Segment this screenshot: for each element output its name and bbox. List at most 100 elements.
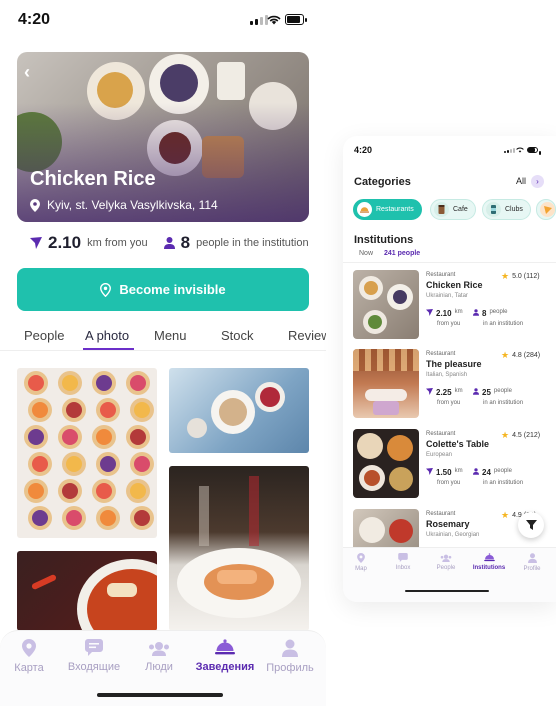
tab-review[interactable]: Review: [288, 328, 326, 343]
status-time: 4:20: [354, 145, 373, 155]
hero-image: ‹ Chicken Rice Kyiv, st. Velyka Vasylkiv…: [17, 52, 309, 222]
become-invisible-button[interactable]: Become invisible: [17, 268, 309, 311]
tab-menu[interactable]: Menu: [154, 328, 187, 343]
tab-institutions-label: Institutions: [472, 565, 506, 571]
coffee-icon: [434, 202, 449, 217]
tab-people[interactable]: People: [24, 328, 64, 343]
tab-people-label: Люди: [145, 661, 173, 673]
tab-inbox-label: Входящие: [67, 661, 121, 673]
people: 8 people: [473, 309, 507, 318]
institution-name: Colette's Table: [426, 439, 489, 449]
distance-label: km from you: [87, 237, 148, 249]
gallery-photo[interactable]: [17, 368, 157, 538]
tab-stock[interactable]: Stock: [221, 328, 254, 343]
tab-map-label: Карта: [14, 662, 44, 674]
person-icon: [473, 309, 479, 316]
tab-institutions[interactable]: Заведения: [193, 639, 257, 673]
all-link[interactable]: All: [516, 176, 526, 186]
people-icon: [440, 554, 452, 562]
distance-unit: km: [454, 388, 463, 394]
signal-icon: [250, 15, 268, 25]
tab-people-nav[interactable]: People: [426, 553, 466, 571]
navigation-arrow-icon: [426, 468, 433, 475]
chat-icon: [398, 553, 408, 562]
institutions-list-screen: 4:20 Categories All › Restaurants Cafe C…: [343, 136, 556, 602]
tab-profile[interactable]: Профиль: [258, 639, 322, 674]
rating: ★ 4.5 (212): [501, 430, 540, 441]
location-pin-icon: [30, 198, 40, 212]
institution-name: The pleasure: [426, 359, 482, 369]
person-icon: [473, 388, 479, 395]
institution-card[interactable]: Restaurant Colette's Table European ★ 4.5…: [353, 429, 556, 501]
filter-icon: [525, 520, 537, 530]
tab-profile[interactable]: Profile: [512, 553, 552, 572]
distance: 2.25 km: [426, 388, 463, 397]
people-count: 241 people: [384, 250, 421, 257]
chip-cafe[interactable]: Cafe: [430, 199, 476, 220]
institution-card[interactable]: Restaurant The pleasure Italian, Spanish…: [353, 349, 556, 421]
location-pin-icon: [100, 282, 112, 297]
chip-clubs[interactable]: Clubs: [482, 199, 531, 220]
tab-institutions-label: Заведения: [195, 661, 255, 673]
rating-value: 5.0 (112): [512, 273, 540, 280]
rating-value: 4.8 (284): [512, 352, 541, 359]
from-you-label: from you: [437, 400, 461, 406]
distance: 2.10 km: [426, 309, 463, 318]
in-institution-label: in an institution: [483, 480, 524, 486]
institution-photo: [353, 349, 419, 418]
map-pin-icon: [22, 639, 36, 657]
battery-icon: [285, 14, 307, 25]
filter-button[interactable]: [518, 512, 544, 538]
from-you-label: from you: [437, 321, 461, 327]
institution-card[interactable]: Restaurant Chicken Rice Ukrainian, Tatar…: [353, 270, 556, 342]
gallery-photo[interactable]: [17, 551, 157, 631]
in-institution-label: in an institution: [483, 400, 524, 406]
navigation-arrow-icon: [426, 388, 433, 395]
screen: 4:20 ‹ Chicken Rice Kyiv, st. Velyka Vas…: [0, 0, 556, 706]
people: 25 people: [473, 388, 512, 397]
chip-more[interactable]: [536, 199, 556, 220]
tab-map[interactable]: Карта: [0, 639, 61, 674]
gallery-photo[interactable]: [169, 368, 309, 453]
institution-photo: [353, 270, 419, 339]
home-indicator: [97, 693, 223, 697]
chip-restaurants-label: Restaurants: [376, 206, 414, 213]
tab-profile-label: Profile: [523, 566, 541, 572]
tab-institutions[interactable]: Institutions: [469, 553, 509, 571]
hero-title: Chicken Rice: [30, 168, 156, 190]
status-time: 4:20: [18, 11, 51, 28]
chip-clubs-label: Clubs: [505, 206, 523, 213]
hero-address: Kyiv, st. Velyka Vasylkivska, 114: [30, 198, 218, 212]
cloche-icon: [215, 639, 235, 655]
drink-icon: [486, 202, 501, 217]
star-icon: ★: [501, 271, 510, 281]
rating-value: 4.5 (212): [512, 432, 541, 439]
chip-restaurants[interactable]: Restaurants: [353, 199, 422, 220]
chevron-right-icon[interactable]: ›: [531, 175, 544, 188]
star-icon: ★: [501, 510, 510, 520]
map-pin-icon: [357, 553, 365, 563]
wifi-icon: [516, 147, 524, 153]
tab-map[interactable]: Map: [343, 553, 381, 572]
distance: 1.50 km: [426, 468, 463, 477]
distance-stat: 2.10 km from you: [30, 233, 148, 253]
cloche-icon: [357, 202, 372, 217]
navigation-arrow-icon: [426, 309, 433, 316]
tarts-photo-drawing: [24, 371, 154, 530]
institution-photo: [353, 429, 419, 498]
pizza-icon: [540, 202, 555, 217]
tab-people-nav[interactable]: Люди: [127, 639, 191, 673]
gallery-photo[interactable]: [169, 466, 309, 631]
tab-profile-label: Профиль: [266, 662, 314, 674]
signal-icon: [504, 148, 515, 153]
person-icon: [282, 639, 298, 657]
people-label: people in the institution: [196, 237, 309, 249]
people-unit: people: [493, 468, 512, 474]
people-stat: 8 people in the institution: [163, 233, 309, 253]
back-icon[interactable]: ‹: [24, 62, 30, 83]
navigation-arrow-icon: [30, 237, 42, 249]
tab-inbox[interactable]: Входящие: [62, 639, 126, 673]
tab-a-photo[interactable]: A photo: [85, 328, 129, 343]
tab-inbox-label: Inbox: [395, 565, 411, 571]
tab-inbox[interactable]: Inbox: [383, 553, 423, 571]
